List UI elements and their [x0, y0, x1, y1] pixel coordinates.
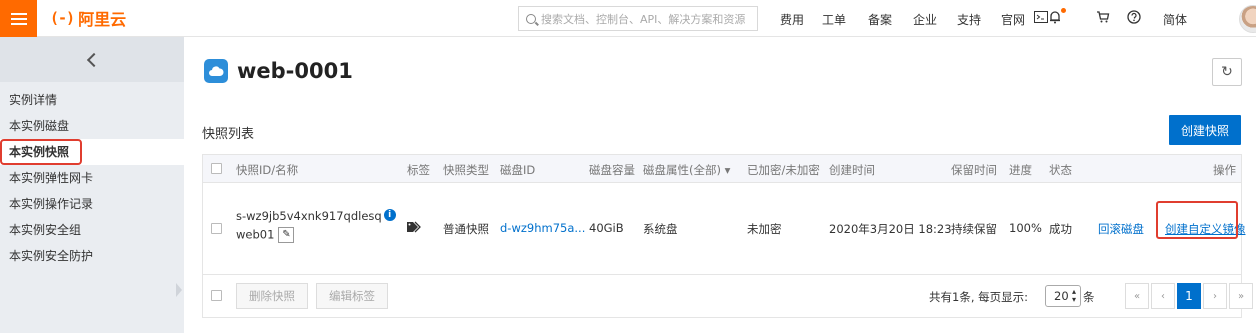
sidebar-back-button[interactable] — [0, 37, 184, 82]
snapshot-table: 快照ID/名称 标签 快照类型 磁盘ID 磁盘容量 磁盘属性(全部) ▾ 已加密… — [202, 154, 1253, 318]
double-chevron-right-icon: » — [1237, 290, 1245, 302]
cart-icon[interactable] — [1095, 9, 1111, 25]
page-size-unit: 条 — [1083, 290, 1095, 304]
col-encryption: 已加密/未加密 — [747, 163, 820, 177]
page-title: web-0001 — [237, 59, 353, 83]
create-snapshot-button[interactable]: 创建快照 — [1169, 115, 1241, 145]
col-snapshot-id: 快照ID/名称 — [236, 163, 299, 177]
nav-official-site[interactable]: 官网 — [1001, 11, 1025, 28]
table-footer: 删除快照 编辑标签 共有1条, 每页显示: 20 ▴ ▾ 条 « ‹ 1 › » — [203, 275, 1253, 317]
sidebar-item-operation-logs[interactable]: 本实例操作记录 — [0, 191, 184, 217]
tag-icon[interactable] — [407, 221, 421, 233]
refresh-icon: ↻ — [1221, 64, 1233, 80]
logo-text: 阿里云 — [78, 10, 127, 29]
highlight-annotation-box — [0, 139, 82, 165]
snapshot-name: web01 — [236, 227, 275, 242]
sidebar-item-eni[interactable]: 本实例弹性网卡 — [0, 165, 184, 191]
delete-snapshot-button[interactable]: 删除快照 — [236, 283, 308, 309]
sidebar-item-security-protection[interactable]: 本实例安全防护 — [0, 243, 184, 269]
encryption-status: 未加密 — [747, 222, 782, 236]
last-page-button[interactable]: » — [1229, 283, 1253, 309]
select-all-checkbox[interactable] — [211, 163, 222, 174]
sidebar-item-snapshots[interactable]: 本实例快照 — [0, 139, 184, 165]
logo-mark: (-) — [50, 9, 75, 27]
snapshot-id[interactable]: s-wz9jb5v4xnk917qdlesq — [236, 209, 382, 223]
next-page-button[interactable]: › — [1203, 283, 1227, 309]
stepper-icon: ▴ ▾ — [1071, 287, 1076, 304]
col-disk-attr-filter[interactable]: 磁盘属性(全部) ▾ — [643, 162, 730, 178]
col-progress: 进度 — [1009, 163, 1032, 177]
sidebar-item-instance-details[interactable]: 实例详情 — [0, 87, 184, 113]
section-title: 快照列表 — [202, 127, 255, 142]
nav-filing[interactable]: 备案 — [868, 11, 892, 28]
main-content: web-0001 ↻ 快照列表 创建快照 快照ID/名称 标签 快照类型 磁盘I… — [184, 37, 1256, 333]
col-status: 状态 — [1049, 163, 1072, 177]
snapshot-name-cell: web01 ✎ — [236, 227, 295, 243]
status-value: 成功 — [1049, 222, 1072, 236]
nav-billing[interactable]: 费用 — [780, 11, 804, 28]
caret-down-icon: ▾ — [724, 163, 731, 177]
page-size-value: 20 — [1054, 289, 1069, 303]
language-switch[interactable]: 简体 — [1163, 11, 1187, 28]
title-row: web-0001 — [204, 59, 353, 83]
sidebar-item-disks[interactable]: 本实例磁盘 — [0, 113, 184, 139]
table-row: s-wz9jb5v4xnk917qdlesq i web01 ✎ 普通快照 d-wz… — [203, 183, 1246, 275]
col-retention: 保留时间 — [951, 163, 997, 177]
pagination-summary: 共有1条, 每页显示: — [929, 290, 1029, 304]
col-disk-id: 磁盘ID — [500, 163, 536, 177]
page-number-button[interactable]: 1 — [1177, 283, 1201, 309]
col-type: 快照类型 — [443, 163, 489, 177]
info-icon[interactable]: i — [383, 209, 396, 221]
help-icon[interactable] — [1126, 9, 1142, 25]
search-icon — [526, 13, 536, 24]
search-placeholder: 搜索文档、控制台、API、解决方案和资源 — [541, 12, 746, 26]
aliyun-logo[interactable]: (-) 阿里云 — [50, 8, 127, 29]
edit-tags-button[interactable]: 编辑标签 — [316, 283, 388, 309]
page-size-select[interactable]: 20 ▴ ▾ — [1045, 285, 1081, 307]
snapshot-type: 普通快照 — [443, 222, 489, 236]
snapshot-id-cell: s-wz9jb5v4xnk917qdlesq i — [236, 209, 396, 223]
retention-time: 持续保留 — [951, 222, 997, 236]
col-created: 创建时间 — [829, 163, 875, 177]
chevron-left-icon — [86, 52, 102, 67]
chevron-right-icon: › — [1213, 290, 1217, 302]
hamburger-menu-icon[interactable] — [0, 0, 37, 37]
col-capacity: 磁盘容量 — [589, 163, 635, 177]
first-page-button[interactable]: « — [1125, 283, 1149, 309]
chevron-left-icon: ‹ — [1161, 290, 1165, 302]
created-time: 2020年3月20日 18:23 — [829, 222, 952, 236]
nav-ticket[interactable]: 工单 — [822, 11, 846, 28]
col-disk-attr-label: 磁盘属性(全部) — [643, 163, 721, 177]
disk-attribute: 系统盘 — [643, 222, 678, 236]
refresh-button[interactable]: ↻ — [1212, 58, 1242, 86]
disk-capacity: 40GiB — [589, 221, 624, 235]
table-header: 快照ID/名称 标签 快照类型 磁盘ID 磁盘容量 磁盘属性(全部) ▾ 已加密… — [203, 155, 1241, 183]
disk-id-link[interactable]: d-wz9hm75a... — [500, 221, 585, 235]
col-actions: 操作 — [1213, 163, 1236, 177]
sidebar-item-security-groups[interactable]: 本实例安全组 — [0, 217, 184, 243]
global-search-input[interactable]: 搜索文档、控制台、API、解决方案和资源 — [518, 6, 758, 31]
progress-value: 100% — [1009, 221, 1042, 235]
nav-support[interactable]: 支持 — [957, 11, 981, 28]
double-chevron-left-icon: « — [1133, 290, 1141, 302]
cloud-server-icon — [204, 59, 228, 83]
prev-page-button[interactable]: ‹ — [1151, 283, 1175, 309]
footer-select-all-checkbox[interactable] — [211, 290, 222, 301]
rollback-disk-link[interactable]: 回滚磁盘 — [1098, 221, 1144, 237]
top-navbar: (-) 阿里云 搜索文档、控制台、API、解决方案和资源 费用 工单 备案 企业… — [0, 0, 1256, 37]
col-tags: 标签 — [407, 163, 430, 177]
pencil-edit-icon[interactable]: ✎ — [278, 227, 295, 243]
nav-enterprise[interactable]: 企业 — [913, 11, 937, 28]
sidebar: 实例详情 本实例磁盘 本实例快照 本实例弹性网卡 本实例操作记录 本实例安全组 … — [0, 37, 184, 333]
user-avatar[interactable] — [1239, 5, 1256, 33]
notification-dot — [1061, 8, 1066, 13]
highlight-annotation-box — [1156, 201, 1238, 239]
row-checkbox[interactable] — [211, 223, 222, 234]
